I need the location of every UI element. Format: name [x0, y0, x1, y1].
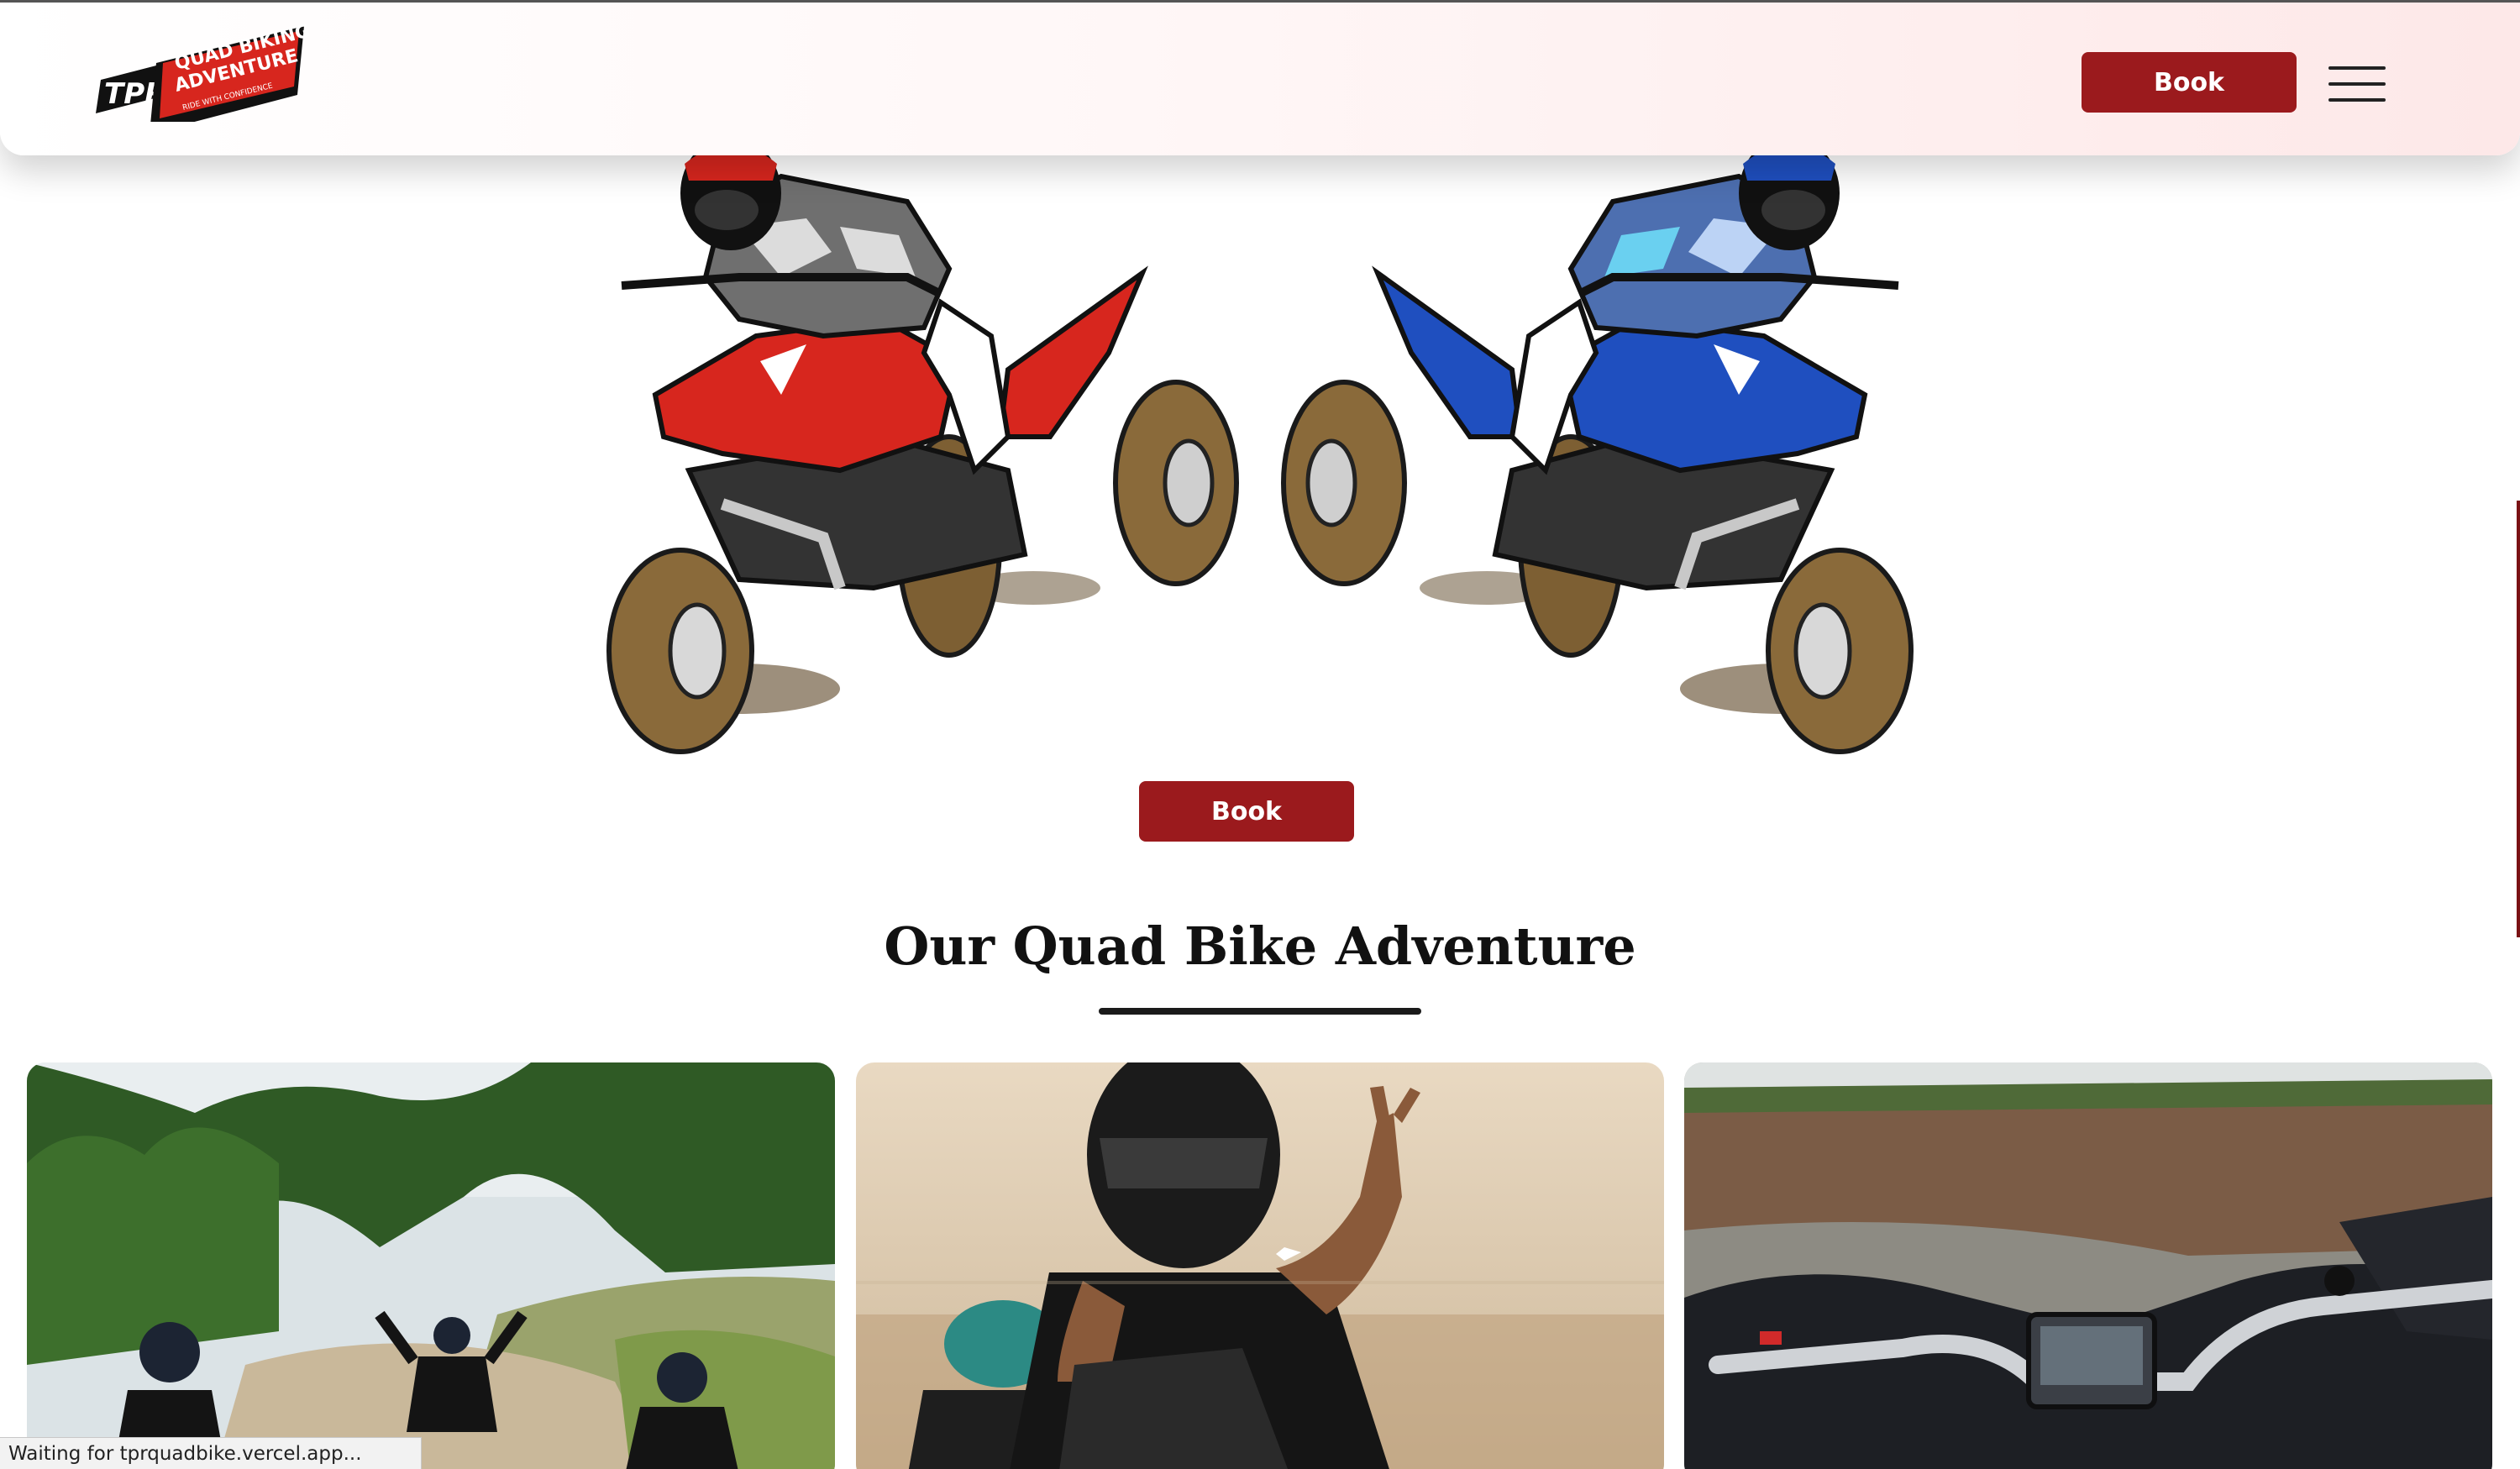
site-header: TPR QUAD BIKING ADVENTURE RIDE WITH CONF… — [0, 3, 2520, 155]
scroll-indicator — [2517, 501, 2520, 937]
blue-quad-rider — [1281, 136, 1914, 754]
gallery-section-title: Our Quad Bike Adventure — [884, 916, 1636, 977]
hero-book-button[interactable]: Book — [1139, 781, 1354, 842]
rider-peace-sign-photo — [856, 1062, 1664, 1469]
riders-on-dirt-trail-photo — [27, 1062, 835, 1469]
gallery-card-1[interactable] — [27, 1062, 835, 1469]
window-top-border — [0, 0, 2520, 3]
gallery-card-3[interactable] — [1684, 1062, 2492, 1469]
page: TPR QUAD BIKING ADVENTURE RIDE WITH CONF… — [0, 0, 2520, 1469]
hamburger-menu-icon[interactable] — [2328, 63, 2386, 105]
red-quad-rider — [606, 136, 1239, 754]
browser-status-bar: Waiting for tprquadbike.vercel.app... — [0, 1437, 422, 1469]
gallery-card-2[interactable] — [856, 1062, 1664, 1469]
header-book-button[interactable]: Book — [2082, 52, 2297, 113]
tpr-quad-biking-logo[interactable]: TPR QUAD BIKING ADVENTURE RIDE WITH CONF… — [92, 21, 311, 122]
quad-handlebar-view-photo — [1684, 1062, 2492, 1469]
title-underline — [1099, 1008, 1421, 1015]
